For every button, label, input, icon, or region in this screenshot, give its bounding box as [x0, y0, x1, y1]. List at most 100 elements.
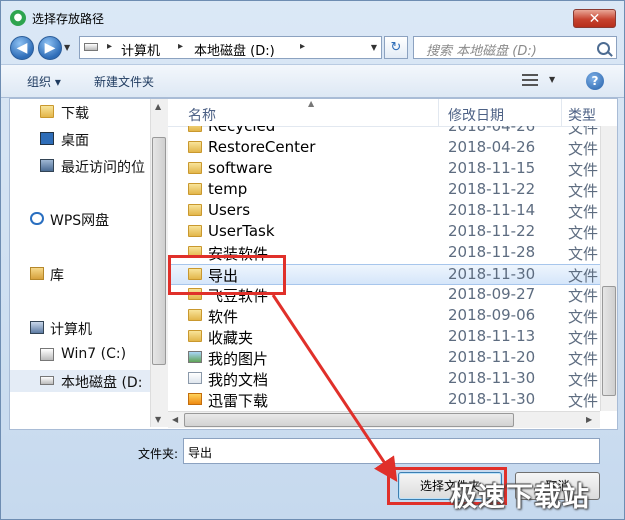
- file-name: 迅雷下载: [208, 392, 269, 410]
- address-bar[interactable]: ▸ 计算机 ▸ 本地磁盘 (D:) ▸ ▼: [79, 36, 382, 59]
- file-type: 文件: [568, 126, 599, 137]
- new-folder-button[interactable]: 新建文件夹: [94, 73, 154, 90]
- file-date: 2018-11-30: [448, 369, 536, 387]
- file-list-horizontal-scrollbar[interactable]: ◀ ▶: [168, 411, 600, 428]
- file-type: 文件: [568, 392, 599, 410]
- column-header: ▲ 名称 修改日期 类型: [168, 99, 617, 127]
- breadcrumb-chevron-icon[interactable]: ▸: [300, 41, 305, 52]
- nav-item-computer[interactable]: 计算机: [10, 317, 152, 339]
- nav-item-wps-cloud[interactable]: WPS网盘: [10, 208, 152, 230]
- breadcrumb-chevron-icon[interactable]: ▸: [178, 41, 183, 52]
- breadcrumb-chevron-icon[interactable]: ▸: [107, 41, 112, 52]
- nav-item-desktop[interactable]: 桌面: [10, 128, 152, 150]
- file-name: software: [208, 159, 273, 177]
- nav-item-recent[interactable]: 最近访问的位: [10, 155, 152, 177]
- breadcrumb-computer[interactable]: 计算机: [121, 40, 160, 59]
- list-item[interactable]: temp 2018-11-22 文件: [168, 180, 600, 201]
- column-date-header[interactable]: 修改日期: [448, 105, 504, 125]
- column-separator[interactable]: [561, 99, 562, 126]
- breadcrumb-drive-d[interactable]: 本地磁盘 (D:): [194, 40, 275, 59]
- list-item[interactable]: 我的文档 2018-11-30 文件: [168, 369, 600, 390]
- list-item[interactable]: 收藏夹 2018-11-13 文件: [168, 327, 600, 348]
- file-name: 我的文档: [208, 371, 269, 389]
- view-options-icon[interactable]: [522, 73, 538, 87]
- refresh-button[interactable]: ↻: [384, 36, 408, 59]
- search-placeholder: 搜索 本地磁盘 (D:): [426, 44, 537, 59]
- scroll-right-icon[interactable]: ▶: [586, 415, 592, 424]
- scroll-left-icon[interactable]: ◀: [172, 415, 178, 424]
- file-type: 文件: [568, 329, 599, 347]
- file-date: 2018-11-28: [448, 243, 536, 261]
- favorites-icon: [188, 330, 202, 342]
- nav-item-label: 库: [50, 268, 64, 284]
- folder-icon: [188, 309, 202, 321]
- file-type: 文件: [568, 224, 599, 242]
- library-icon: [30, 267, 44, 280]
- sort-indicator-icon: ▲: [308, 99, 315, 108]
- nav-item-drive-c[interactable]: Win7 (C:): [10, 344, 152, 366]
- scrollbar-thumb[interactable]: [152, 137, 166, 365]
- file-date: 2018-11-30: [448, 390, 536, 408]
- file-type: 文件: [568, 350, 599, 368]
- file-name: RestoreCenter: [208, 138, 316, 156]
- column-name-header[interactable]: 名称: [188, 105, 216, 125]
- nav-item-library[interactable]: 库: [10, 263, 152, 285]
- list-item[interactable]: 迅雷下载 2018-11-30 文件: [168, 390, 600, 411]
- file-date: 2018-11-14: [448, 201, 536, 219]
- nav-item-label: 下载: [61, 106, 89, 122]
- list-item[interactable]: UserTask 2018-11-22 文件: [168, 222, 600, 243]
- file-date: 2018-11-13: [448, 327, 536, 345]
- organize-menu-button[interactable]: 组织 ▾: [27, 73, 61, 90]
- file-date: 2018-11-22: [448, 180, 536, 198]
- scroll-down-icon[interactable]: ▼: [155, 415, 161, 424]
- file-name: 软件: [208, 308, 239, 326]
- pictures-icon: [188, 351, 202, 363]
- list-item[interactable]: software 2018-11-15 文件: [168, 159, 600, 180]
- forward-button[interactable]: ▶: [38, 36, 62, 60]
- list-item[interactable]: Users 2018-11-14 文件: [168, 201, 600, 222]
- list-item[interactable]: Recycled 2018-04-26 文件: [168, 126, 600, 138]
- nav-item-label: 本地磁盘 (D:: [61, 375, 143, 391]
- dialog-window: ● 选择存放路径 ✕ ◀ ▶ ▼ ▸ 计算机 ▸ 本地磁盘 (D:) ▸ ▼ ↻…: [0, 0, 625, 520]
- list-item[interactable]: 软件 2018-09-06 文件: [168, 306, 600, 327]
- app-icon: ●: [10, 10, 26, 26]
- search-input[interactable]: 搜索 本地磁盘 (D:): [413, 36, 617, 59]
- list-item[interactable]: 我的图片 2018-11-20 文件: [168, 348, 600, 369]
- scrollbar-thumb[interactable]: [602, 286, 616, 396]
- file-type: 文件: [568, 161, 599, 179]
- file-name: Users: [208, 201, 251, 219]
- folder-icon: [188, 141, 202, 153]
- column-type-header[interactable]: 类型: [568, 105, 596, 125]
- file-type: 文件: [568, 140, 599, 158]
- file-name: 我的图片: [208, 350, 269, 368]
- file-list-vertical-scrollbar[interactable]: [600, 126, 617, 411]
- folder-icon: [188, 183, 202, 195]
- folder-name-input[interactable]: 导出: [183, 438, 600, 464]
- file-date: 2018-04-26: [448, 126, 536, 135]
- list-item[interactable]: RestoreCenter 2018-04-26 文件: [168, 138, 600, 159]
- scroll-up-icon[interactable]: ▲: [155, 102, 161, 111]
- nav-pane-scrollbar[interactable]: ▲ ▼: [150, 99, 168, 427]
- file-date: 2018-11-20: [448, 348, 536, 366]
- file-date: 2018-04-26: [448, 138, 536, 156]
- scrollbar-thumb[interactable]: [184, 413, 514, 427]
- file-type: 文件: [568, 203, 599, 221]
- browser-content: 下载 桌面 最近访问的位 WPS网盘 库 计算机 Win7 (C:) 本地磁盘 …: [9, 98, 618, 430]
- folder-icon: [188, 204, 202, 216]
- back-button[interactable]: ◀: [10, 36, 34, 60]
- view-dropdown-icon[interactable]: ▼: [549, 75, 555, 84]
- nav-item-downloads[interactable]: 下载: [10, 101, 152, 123]
- file-type: 文件: [568, 182, 599, 200]
- file-date: 2018-11-30: [448, 265, 536, 283]
- navigation-bar: ◀ ▶ ▼ ▸ 计算机 ▸ 本地磁盘 (D:) ▸ ▼ ↻ 搜索 本地磁盘 (D…: [1, 35, 624, 61]
- nav-item-label: Win7 (C:): [61, 346, 127, 362]
- search-icon[interactable]: [597, 42, 610, 55]
- file-type: 文件: [568, 267, 599, 285]
- recent-locations-dropdown-icon[interactable]: ▼: [64, 43, 70, 52]
- close-button[interactable]: ✕: [573, 9, 616, 28]
- column-separator[interactable]: [438, 99, 439, 126]
- nav-item-drive-d[interactable]: 本地磁盘 (D:: [10, 370, 152, 392]
- help-button[interactable]: ?: [586, 72, 604, 90]
- file-type: 文件: [568, 371, 599, 389]
- address-dropdown-icon[interactable]: ▼: [371, 43, 377, 52]
